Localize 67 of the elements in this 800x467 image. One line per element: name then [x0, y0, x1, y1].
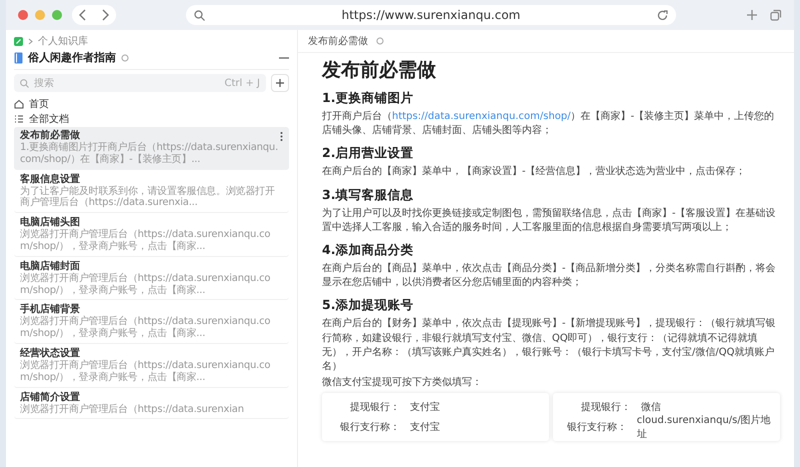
forward-icon[interactable] [100, 9, 110, 21]
plus-icon[interactable] [746, 9, 758, 21]
document-title: 手机店铺背景 [20, 304, 80, 316]
list-icon [14, 114, 24, 124]
tabs-icon[interactable] [770, 9, 782, 21]
document-title: 经营状态设置 [20, 348, 80, 360]
collapse-icon[interactable] [279, 56, 289, 60]
field-value: 微信 [641, 401, 661, 414]
document-summary: 浏览器打开商户管理后台（https://data.surenxianqu.com/shop/），登录商户账号，点击【商家... [20, 316, 272, 340]
document-list-item[interactable]: 客服信息设置 为了让客户能及时联系到你，请设置客服信息。浏览器打开商户管理后台（https://data.surenxia... [14, 170, 289, 214]
field-value: cloud.surenxianqu/s/图片地址 [636, 414, 772, 442]
search-input[interactable]: 搜索 [34, 78, 220, 88]
document-summary: 为了让客户能及时联系到你，请设置客服信息。浏览器打开商户管理后台（https://data.surenxia... [20, 186, 276, 210]
document-summary: 1.更换商铺图片打开商户后台（https://data.surenxianqu.com/shop/）在【商家】-【装修主页】... [20, 142, 280, 166]
document-title: 发布前必需做 [20, 130, 80, 142]
section-heading: 1.更换商铺图片 [322, 90, 414, 107]
paragraph: 在商户后台的【财务】菜单中，依次点击【提现账号】-【新增提现账号】，提现银行：（银行就填写银行简称，如建设银行，非银行就填写支付宝、微信、QQ即可），银行支行：（记得就填不记得就填无），开户名称：（填写该账户真实姓名），银行账号：（银行卡填写卡号，支付宝/微信/QQ就填账户名） [322, 317, 777, 374]
logo-icon [14, 36, 23, 46]
nav-label: 首页 [29, 98, 49, 110]
add-button[interactable] [271, 74, 289, 92]
nav-label: 全部文档 [29, 112, 69, 126]
field-label: 银行支行称： [339, 420, 400, 434]
search-icon [194, 10, 205, 20]
document-list-item[interactable]: 电脑店铺头图 浏览器打开商户管理后台（https://data.surenxianqu.com/shop/），登录商户账号，点击【商家... [14, 214, 289, 257]
document-summary: 浏览器打开商户管理后台（https://data.surenxianqu.com/shop/），登录商户账号，点击【商家... [20, 229, 272, 253]
more-icon[interactable] [280, 132, 283, 140]
reload-icon[interactable] [657, 10, 668, 20]
paragraph: 打开商户后台（https://data.surenxianqu.com/shop/）在【商家】-【装修主页】菜单中，上传您的店铺头像、店铺背景、店铺封面、店铺头图等内容； [322, 110, 776, 138]
section-heading: 4.添加商品分类 [322, 242, 414, 259]
paragraph: 为了让用户可以及时找你更换链接或定制图包，需预留联络信息，点击【商家】-【客服设置】在基础设置中选择人工客服，输入合适的服务时间，人工客服里面的信息根据自身需要填写两项以上； [322, 206, 777, 235]
document-title: 店铺简介设置 [20, 392, 80, 404]
document-title: 电脑店铺头图 [20, 217, 80, 228]
home-icon [14, 98, 24, 108]
breadcrumb[interactable]: 个人知识库 [38, 34, 88, 48]
book-icon [14, 52, 23, 64]
document-list-item[interactable]: 电脑店铺封面 浏览器打开商户管理后台（https://data.surenxianqu.com/shop/），登录商户账号，点击【商家... [14, 258, 289, 300]
paragraph: 在商户后台的【商家】菜单中，【商家设置】-【经营信息】，营业状态选为营业中，点击保存； [322, 165, 747, 180]
chevron-icon [28, 38, 33, 44]
field-label: 银行支行称： [566, 420, 627, 434]
plus-icon [276, 79, 284, 87]
section-heading: 3.填写客服信息 [322, 186, 414, 204]
shortcut-hint: Ctrl + J [224, 78, 260, 88]
document-list-item[interactable]: 手机店铺背景 浏览器打开商户管理后台（https://data.surenxianqu.com/shop/），登录商户账号，点击【商家... [14, 301, 289, 344]
document-list-item[interactable]: 店铺简介设置 浏览器打开商户管理后台（https://data.surenxian [14, 388, 289, 420]
paragraph: 微信支付宝提现可按下方类似填写： [322, 376, 483, 390]
field-value: 支付宝 [410, 420, 440, 434]
document-list-item[interactable]: 发布前必需做 1.更换商铺图片打开商户后台（https://data.surenxianqu.com/shop/）在【商家】-【装修主页】... [14, 127, 289, 170]
search-icon [20, 78, 29, 88]
section-heading: 2.启用营业设置 [322, 145, 414, 162]
document-title: 客服信息设置 [20, 174, 80, 186]
document-tab-title: 发布前必需做 [308, 34, 368, 48]
field-label: 提现银行： [349, 401, 400, 414]
document-title: 发布前必需做 [322, 58, 437, 83]
address-bar[interactable]: https://www.surenxianqu.com [186, 5, 676, 25]
knowledge-base-title: 俗人闲趣作者指南 [28, 50, 116, 65]
field-value: 支付宝 [410, 400, 440, 414]
nav-item[interactable]: 首页 [14, 96, 289, 111]
nav-item[interactable]: 全部文档 [14, 111, 289, 126]
document-list-item[interactable]: 经营状态设置 浏览器打开商户管理后台（https://data.surenxianqu.com/shop/），登录商户账号，点击【商家... [14, 344, 289, 388]
document-summary: 浏览器打开商户管理后台（https://data.surenxianqu.com/shop/），登录商户账号，点击【商家... [20, 272, 272, 296]
back-icon[interactable] [78, 9, 88, 21]
document-summary: 浏览器打开商户管理后台（https://data.surenxianqu.com/shop/），登录商户账号，点击【商家... [20, 360, 272, 384]
field-label: 提现银行： [580, 401, 631, 414]
document-summary: 浏览器打开商户管理后台（https://data.surenxian [20, 404, 245, 416]
section-heading: 5.添加提现账号 [322, 297, 414, 314]
paragraph: 在商户后台的【商品】菜单中，依次点击【商品分类】-【商品新增分类】，分类名称需自行斟酌，将会显示在您店铺中，以供消费者区分您店铺里面的内容种类； [322, 262, 777, 290]
document-title: 电脑店铺封面 [20, 260, 80, 272]
